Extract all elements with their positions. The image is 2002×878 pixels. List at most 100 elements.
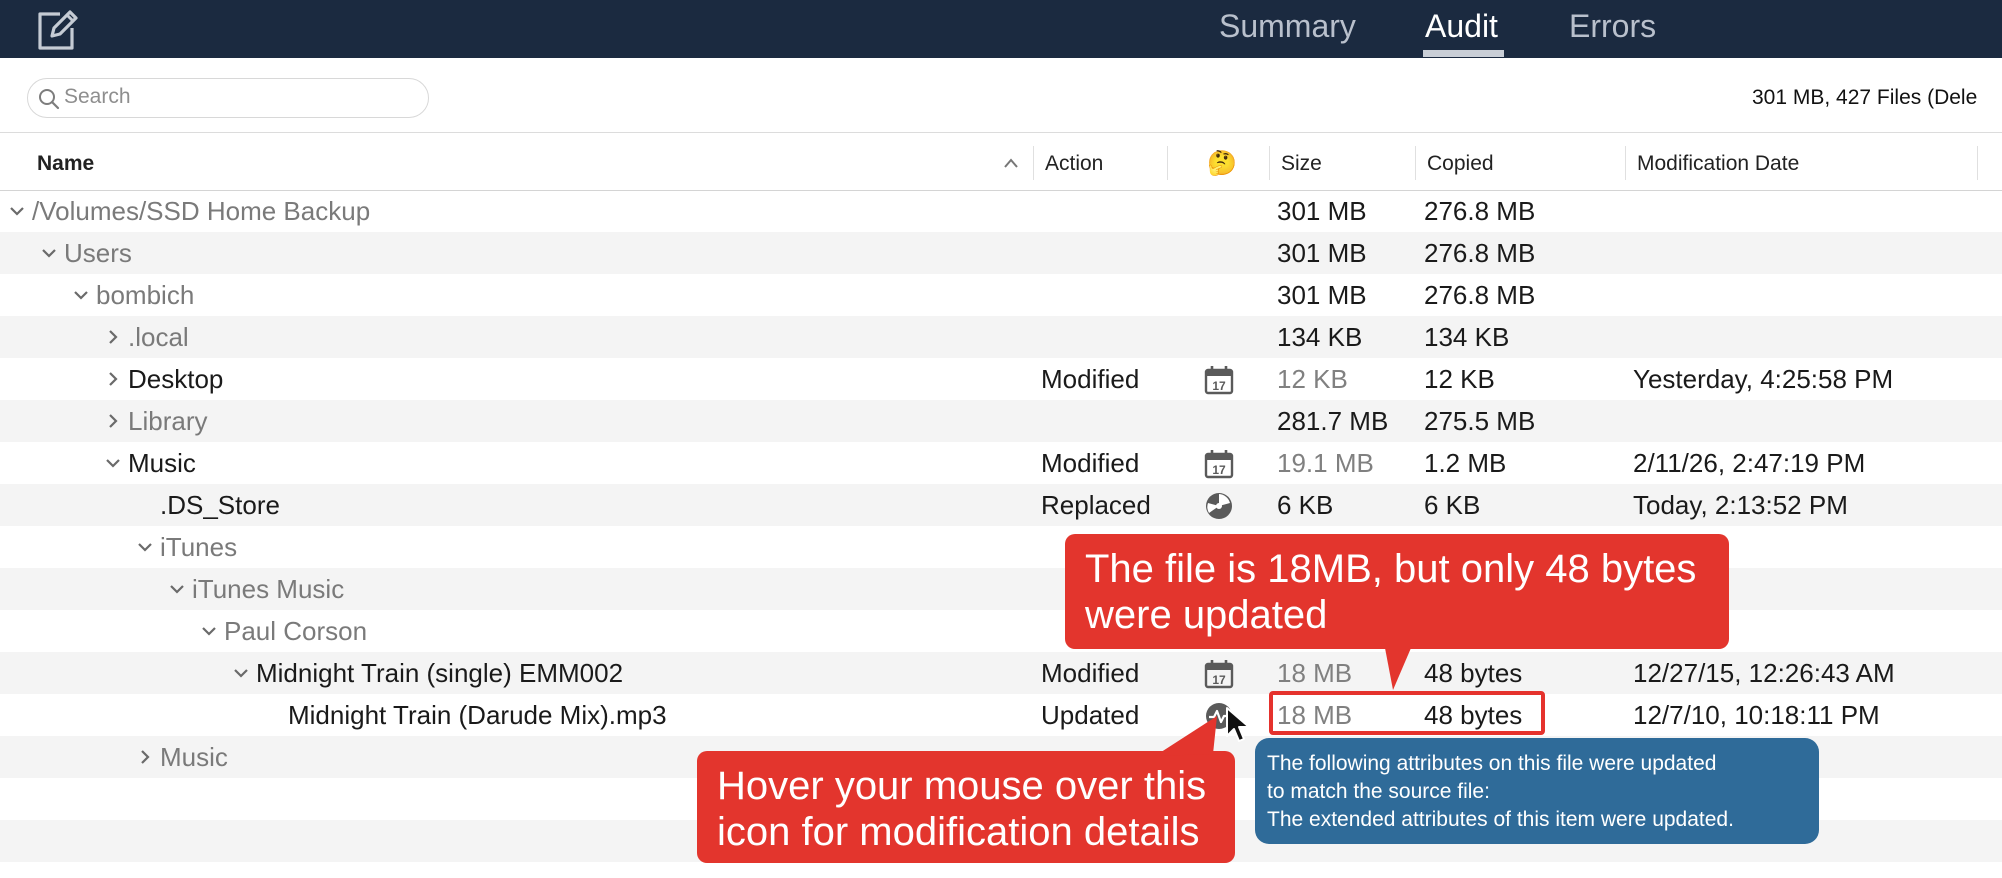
chevron-right-icon[interactable] bbox=[104, 370, 122, 388]
table-row[interactable]: .DS_Store Replaced 6 KB 6 KB Today, 2:13:52 … bbox=[0, 484, 2002, 526]
row-copied: 276.8 MB bbox=[1424, 280, 1536, 310]
row-copied: 48 bytes bbox=[1424, 658, 1523, 688]
backup-summary: 301 MB, 427 Files (Dele bbox=[1752, 86, 1978, 109]
chevron-right-icon[interactable] bbox=[136, 748, 154, 766]
row-copied: 276.8 MB bbox=[1424, 196, 1536, 226]
table-row[interactable]: .local 134 KB 134 KB bbox=[0, 316, 2002, 358]
table-row[interactable]: Library 281.7 MB 275.5 MB bbox=[0, 400, 2002, 442]
column-size[interactable]: Size bbox=[1281, 152, 1322, 176]
row-name: Library bbox=[128, 406, 208, 436]
svg-text:17: 17 bbox=[1212, 379, 1226, 393]
table-row[interactable]: Midnight Train (Darude Mix).mp3 Updated 18… bbox=[0, 694, 2002, 736]
column-divider[interactable] bbox=[1977, 146, 1978, 180]
column-divider[interactable] bbox=[1269, 146, 1270, 180]
row-copied: 276.8 MB bbox=[1424, 238, 1536, 268]
column-divider[interactable] bbox=[1625, 146, 1626, 180]
chevron-down-icon[interactable] bbox=[168, 580, 186, 598]
column-divider[interactable] bbox=[1415, 146, 1416, 180]
row-size: 301 MB bbox=[1277, 238, 1367, 268]
column-reason[interactable]: 🤔 bbox=[1207, 149, 1237, 178]
column-action[interactable]: Action bbox=[1045, 152, 1103, 176]
replaced-icon[interactable] bbox=[1204, 491, 1234, 521]
row-name: Paul Corson bbox=[224, 616, 368, 646]
calendar-icon[interactable]: 17 bbox=[1204, 449, 1234, 479]
row-size: 6 KB bbox=[1277, 490, 1334, 520]
chevron-down-icon[interactable] bbox=[104, 454, 122, 472]
row-modification-date: 12/27/15, 12:26:43 AM bbox=[1633, 658, 1895, 688]
callout-arrow bbox=[1385, 648, 1411, 690]
row-name: iTunes Music bbox=[192, 574, 345, 604]
row-name: .DS_Store bbox=[160, 490, 280, 520]
row-action: Modified bbox=[1041, 364, 1140, 394]
tooltip-line: The extended attributes of this item wer… bbox=[1267, 808, 1734, 831]
table-row[interactable]: bombich 301 MB 276.8 MB bbox=[0, 274, 2002, 316]
calendar-icon[interactable]: 17 bbox=[1204, 659, 1234, 689]
row-size: 19.1 MB bbox=[1277, 448, 1374, 478]
row-name: bombich bbox=[96, 280, 195, 310]
row-action: Modified bbox=[1041, 448, 1140, 478]
column-copied[interactable]: Copied bbox=[1427, 152, 1494, 176]
row-action: Updated bbox=[1041, 700, 1140, 730]
chevron-right-icon[interactable] bbox=[104, 328, 122, 346]
row-modification-date: 2/11/26, 2:47:19 PM bbox=[1633, 448, 1866, 478]
table-row[interactable]: Users 301 MB 276.8 MB bbox=[0, 232, 2002, 274]
chevron-down-icon[interactable] bbox=[232, 664, 250, 682]
chevron-down-icon[interactable] bbox=[72, 286, 90, 304]
row-name: Music bbox=[128, 448, 196, 478]
active-tab-indicator bbox=[1423, 50, 1504, 57]
calendar-icon[interactable]: 17 bbox=[1204, 365, 1234, 395]
row-size: 301 MB bbox=[1277, 196, 1367, 226]
column-name[interactable]: Name bbox=[37, 152, 94, 176]
top-bar: Summary Audit Errors bbox=[0, 0, 2002, 58]
mouse-cursor-icon bbox=[1226, 707, 1250, 742]
row-copied: 6 KB bbox=[1424, 490, 1481, 520]
row-modification-date: Today, 2:13:52 PM bbox=[1633, 490, 1848, 520]
row-name: Users bbox=[64, 238, 132, 268]
table-row[interactable]: Desktop Modified 17 12 KB 12 KB Yesterday, 4:… bbox=[0, 358, 2002, 400]
toolbar: 301 MB, 427 Files (Dele bbox=[0, 58, 2002, 133]
column-divider[interactable] bbox=[1033, 146, 1034, 180]
row-name: iTunes bbox=[160, 532, 238, 562]
column-modification-date[interactable]: Modification Date bbox=[1637, 152, 1799, 176]
row-copied: 275.5 MB bbox=[1424, 406, 1536, 436]
callout-text: Hover your mouse over this icon for modi… bbox=[717, 764, 1207, 854]
sort-ascending-icon[interactable] bbox=[1003, 156, 1019, 175]
row-name: Midnight Train (Darude Mix).mp3 bbox=[288, 700, 667, 730]
row-action: Modified bbox=[1041, 658, 1140, 688]
tab-errors[interactable]: Errors bbox=[1569, 4, 1656, 52]
row-modification-date: Yesterday, 4:25:58 PM bbox=[1633, 364, 1894, 394]
row-name: Desktop bbox=[128, 364, 224, 394]
compose-icon[interactable] bbox=[34, 8, 80, 52]
tooltip-line: The following attributes on this file we… bbox=[1267, 752, 1717, 775]
chevron-right-icon[interactable] bbox=[104, 412, 122, 430]
chevron-down-icon[interactable] bbox=[136, 538, 154, 556]
highlight-box bbox=[1269, 691, 1545, 735]
chevron-down-icon[interactable] bbox=[200, 622, 218, 640]
callout-file-size: The file is 18MB, but only 48 bytes were… bbox=[1065, 534, 1729, 649]
row-size: 301 MB bbox=[1277, 280, 1367, 310]
row-copied: 1.2 MB bbox=[1424, 448, 1507, 478]
row-action: Replaced bbox=[1041, 490, 1151, 520]
search-input[interactable] bbox=[64, 81, 414, 113]
row-name: Midnight Train (single) EMM002 bbox=[256, 658, 624, 688]
row-size: 134 KB bbox=[1277, 322, 1363, 352]
column-divider[interactable] bbox=[1167, 146, 1168, 180]
callout-text: The file is 18MB, but only 48 bytes were… bbox=[1085, 547, 1697, 637]
row-name: /Volumes/SSD Home Backup bbox=[32, 196, 371, 226]
chevron-down-icon[interactable] bbox=[40, 244, 58, 262]
tab-audit[interactable]: Audit bbox=[1425, 4, 1498, 52]
table-row[interactable]: Music Modified 17 19.1 MB 1.2 MB 2/11/26, 2:4… bbox=[0, 442, 2002, 484]
row-name: .local bbox=[128, 322, 189, 352]
table-row[interactable]: /Volumes/SSD Home Backup 301 MB 276.8 MB bbox=[0, 190, 2002, 232]
tab-summary[interactable]: Summary bbox=[1219, 4, 1356, 52]
callout-hover-hint: Hover your mouse over this icon for modi… bbox=[697, 751, 1235, 863]
table-row[interactable]: Midnight Train (single) EMM002 Modified 17… bbox=[0, 652, 2002, 694]
callout-arrow bbox=[1155, 716, 1217, 756]
table-header: Name Action 🤔 Size Copied Modification D… bbox=[0, 140, 2002, 191]
search-icon bbox=[39, 89, 60, 110]
row-size: 12 KB bbox=[1277, 364, 1348, 394]
row-copied: 12 KB bbox=[1424, 364, 1495, 394]
chevron-down-icon[interactable] bbox=[8, 202, 26, 220]
search-field[interactable] bbox=[27, 78, 429, 118]
row-size: 18 MB bbox=[1277, 658, 1353, 688]
